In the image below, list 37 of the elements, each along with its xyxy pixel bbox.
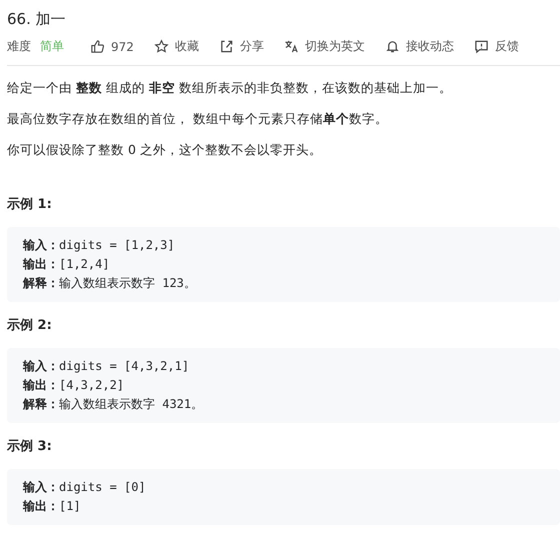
code-label: 输入： bbox=[23, 237, 59, 254]
code-label: 输出： bbox=[23, 498, 59, 515]
feedback-action[interactable]: 反馈 bbox=[474, 38, 519, 55]
bell-action[interactable]: 接收动态 bbox=[384, 38, 454, 55]
share-action[interactable]: 分享 bbox=[218, 38, 264, 55]
example-heading: 示例 3: bbox=[7, 438, 53, 455]
code-text: digits = [4,3,2,1] bbox=[59, 358, 190, 375]
code-text: 输入数组表示数字 4321。 bbox=[59, 396, 204, 413]
description-paragraph: 最高位数字存放在数组的首位， 数组中每个元素只存储单个数字。 bbox=[7, 110, 389, 128]
code-label: 输入： bbox=[23, 479, 59, 496]
feedback-icon bbox=[474, 39, 489, 54]
code-text: [4,3,2,2] bbox=[59, 377, 124, 394]
code-text: digits = [1,2,3] bbox=[59, 237, 175, 254]
code-label: 输入： bbox=[23, 358, 59, 375]
bell-icon bbox=[384, 39, 400, 54]
problem-title: 66. 加一 bbox=[7, 10, 67, 30]
translate-action[interactable]: 切换为英文 bbox=[284, 38, 365, 55]
description-paragraph: 给定一个由 整数 组成的 非空 数组所表示的非负整数，在该数的基础上加一。 bbox=[7, 79, 453, 97]
translate-icon bbox=[284, 39, 299, 54]
star-action[interactable]: 收藏 bbox=[154, 38, 199, 55]
share-icon bbox=[218, 39, 234, 54]
difficulty-value: 简单 bbox=[40, 38, 64, 55]
code-text: [1,2,4] bbox=[59, 256, 110, 273]
thumbs-up-icon bbox=[90, 39, 105, 54]
difficulty-label: 难度 bbox=[7, 38, 31, 55]
code-label: 输出： bbox=[23, 256, 59, 273]
code-text: digits = [0] bbox=[59, 479, 146, 496]
code-text: [1] bbox=[59, 498, 81, 515]
like-action[interactable]: 972 bbox=[90, 39, 134, 54]
code-label: 解释： bbox=[23, 396, 59, 413]
code-text: 输入数组表示数字 123。 bbox=[59, 275, 196, 292]
code-label: 解释： bbox=[23, 275, 59, 292]
example-heading: 示例 1: bbox=[7, 196, 53, 213]
example-heading: 示例 2: bbox=[7, 317, 53, 334]
code-label: 输出： bbox=[23, 377, 59, 394]
star-icon bbox=[154, 39, 169, 54]
description-paragraph: 你可以假设除了整数 0 之外，这个整数不会以零开头。 bbox=[7, 141, 323, 159]
